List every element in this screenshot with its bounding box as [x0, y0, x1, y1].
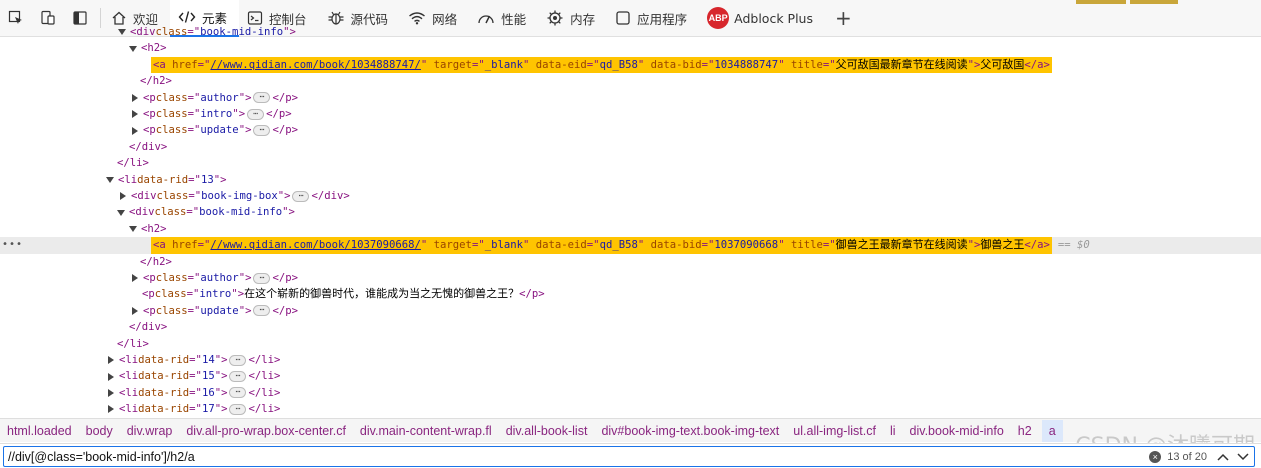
expand-triangle-icon[interactable] [132, 306, 138, 315]
tab-label: 应用程序 [637, 11, 688, 27]
tree-row[interactable]: <div class =" book-mid-info "> [0, 204, 1261, 220]
breadcrumb-item[interactable]: div.all-pro-wrap.box-center.cf [182, 420, 350, 442]
tree-row[interactable]: </li> [0, 155, 1261, 171]
elements-tree: <div class =" book-mid-info "> <h2> <a href… [0, 26, 1261, 417]
home-icon [112, 11, 126, 25]
page-thumbnail-edge [1130, 0, 1178, 4]
tree-row[interactable]: <li data-rid =" 15 "> ⋯ </li> [0, 368, 1261, 384]
tree-row[interactable]: <p class =" author "> ⋯ </p> [0, 270, 1261, 286]
application-icon [616, 11, 630, 25]
tree-row[interactable]: <p class =" author "> ⋯ </p> [0, 90, 1261, 106]
collapsed-content-button[interactable]: ⋯ [253, 305, 271, 317]
tree-row[interactable]: <li data-rid =" 13 "> [0, 172, 1261, 188]
tree-row[interactable]: </div> [0, 319, 1261, 335]
breadcrumb-item[interactable]: div#book-img-text.book-img-text [597, 420, 783, 442]
collapsed-content-button[interactable]: ⋯ [253, 125, 271, 137]
chevron-up-icon [1217, 453, 1229, 461]
breadcrumb-item[interactable]: body [82, 420, 117, 442]
breadcrumb-item-active[interactable]: a [1041, 419, 1063, 442]
tab-label: 网络 [432, 11, 458, 27]
tree-row[interactable]: <div class =" book-mid-info "> [0, 26, 1261, 40]
tree-row[interactable]: <h2> [0, 40, 1261, 56]
tree-row[interactable]: <h2> [0, 221, 1261, 237]
wifi-icon [409, 12, 425, 25]
code-tags-icon [178, 11, 196, 23]
collapse-triangle-icon[interactable] [129, 225, 137, 232]
add-tab-button[interactable]: + [825, 8, 862, 28]
chevron-down-icon [1237, 453, 1249, 461]
tree-row[interactable]: <p class =" update "> ⋯ </p> [0, 122, 1261, 138]
expand-triangle-icon[interactable] [108, 405, 114, 414]
previous-match-button[interactable] [1213, 448, 1233, 466]
xpath-search-bar: × 13 of 20 [0, 443, 1261, 468]
collapsed-content-button[interactable]: ⋯ [253, 92, 271, 104]
next-match-button[interactable] [1233, 448, 1253, 466]
collapsed-content-button[interactable]: ⋯ [229, 387, 247, 399]
bug-icon [328, 11, 344, 25]
memory-icon [547, 10, 563, 26]
tree-row[interactable]: <p class =" intro "> ⋯ </p> [0, 106, 1261, 122]
breadcrumb-item[interactable]: div.all-book-list [502, 420, 592, 442]
collapsed-content-button[interactable]: ⋯ [229, 403, 247, 415]
xpath-search-input[interactable] [3, 446, 1255, 467]
match-count: 13 of 20 [1167, 451, 1207, 463]
xpath-match-highlight: <a href="//www.qidian.com/book/103488874… [151, 56, 1052, 74]
tree-row[interactable]: <a href="//www.qidian.com/book/103488874… [0, 56, 1261, 74]
href-link[interactable]: //www.qidian.com/book/1037090668/ [210, 239, 420, 251]
breadcrumb-item[interactable]: div.book-mid-info [906, 420, 1008, 442]
tree-row[interactable]: </div> [0, 139, 1261, 155]
selected-node-ref: == $0 [1057, 239, 1090, 252]
breadcrumb-item[interactable]: li [886, 420, 900, 442]
breadcrumb-item[interactable]: h2 [1014, 420, 1036, 442]
expand-triangle-icon[interactable] [132, 110, 138, 119]
tree-row-selected[interactable]: ••• <a href="//www.qidian.com/book/10370… [0, 237, 1261, 254]
tree-row[interactable]: </h2> [0, 73, 1261, 89]
expand-triangle-icon[interactable] [132, 126, 138, 135]
search-controls: × 13 of 20 [1149, 448, 1253, 466]
tab-label: 源代码 [350, 11, 389, 27]
collapse-triangle-icon[interactable] [117, 209, 125, 216]
tab-label: 内存 [570, 11, 596, 27]
collapsed-content-button[interactable]: ⋯ [247, 108, 265, 120]
tab-label: 欢迎 [133, 11, 159, 27]
breadcrumb-item[interactable]: html.loaded [3, 420, 76, 442]
tree-row[interactable]: <div class =" book-img-box "> ⋯ </div> [0, 188, 1261, 204]
breadcrumb-item[interactable]: ul.all-img-list.cf [789, 420, 880, 442]
tree-row[interactable]: <li data-rid =" 17 "> ⋯ </li> [0, 401, 1261, 417]
collapsed-content-button[interactable]: ⋯ [292, 190, 310, 202]
expand-triangle-icon[interactable] [108, 388, 114, 397]
breadcrumb-item[interactable]: div.wrap [123, 420, 177, 442]
tab-label: 性能 [501, 11, 527, 27]
breadcrumb-item[interactable]: div.main-content-wrap.fl [356, 420, 496, 442]
tree-row[interactable]: </li> [0, 336, 1261, 352]
toolbar-separator [100, 8, 101, 28]
tab-label: 控制台 [269, 11, 307, 27]
tab-label: 元素 [202, 10, 228, 26]
tab-label: Adblock Plus [734, 10, 813, 26]
breadcrumb: html.loaded body div.wrap div.all-pro-wr… [0, 418, 1261, 442]
expand-triangle-icon[interactable] [132, 93, 138, 102]
collapsed-content-button[interactable]: ⋯ [253, 272, 271, 284]
tree-row[interactable]: <p class =" update "> ⋯ </p> [0, 303, 1261, 319]
row-actions-icon[interactable]: ••• [2, 237, 23, 253]
tree-row[interactable]: </h2> [0, 254, 1261, 270]
collapsed-content-button[interactable]: ⋯ [229, 354, 247, 366]
expand-triangle-icon[interactable] [120, 192, 126, 201]
expand-triangle-icon[interactable] [108, 372, 114, 381]
console-icon [247, 11, 263, 25]
xpath-match-highlight: <a href="//www.qidian.com/book/103709066… [151, 237, 1052, 254]
tree-row[interactable]: <li data-rid =" 14 "> ⋯ </li> [0, 352, 1261, 368]
collapse-triangle-icon[interactable] [106, 176, 114, 183]
collapsed-content-button[interactable]: ⋯ [229, 371, 247, 383]
page-thumbnail-edge [1076, 0, 1126, 4]
tree-row[interactable]: <li data-rid =" 16 "> ⋯ </li> [0, 385, 1261, 401]
href-link[interactable]: //www.qidian.com/book/1034888747/ [210, 59, 420, 71]
collapse-triangle-icon[interactable] [118, 29, 126, 36]
clear-search-icon[interactable]: × [1149, 451, 1162, 463]
performance-icon [478, 15, 494, 24]
tree-row[interactable]: <p class =" intro "> 在这个崭新的御兽时代，谁能成为当之无愧的御兽… [0, 286, 1261, 302]
collapse-triangle-icon[interactable] [129, 45, 137, 52]
expand-triangle-icon[interactable] [132, 274, 138, 283]
expand-triangle-icon[interactable] [108, 356, 114, 365]
